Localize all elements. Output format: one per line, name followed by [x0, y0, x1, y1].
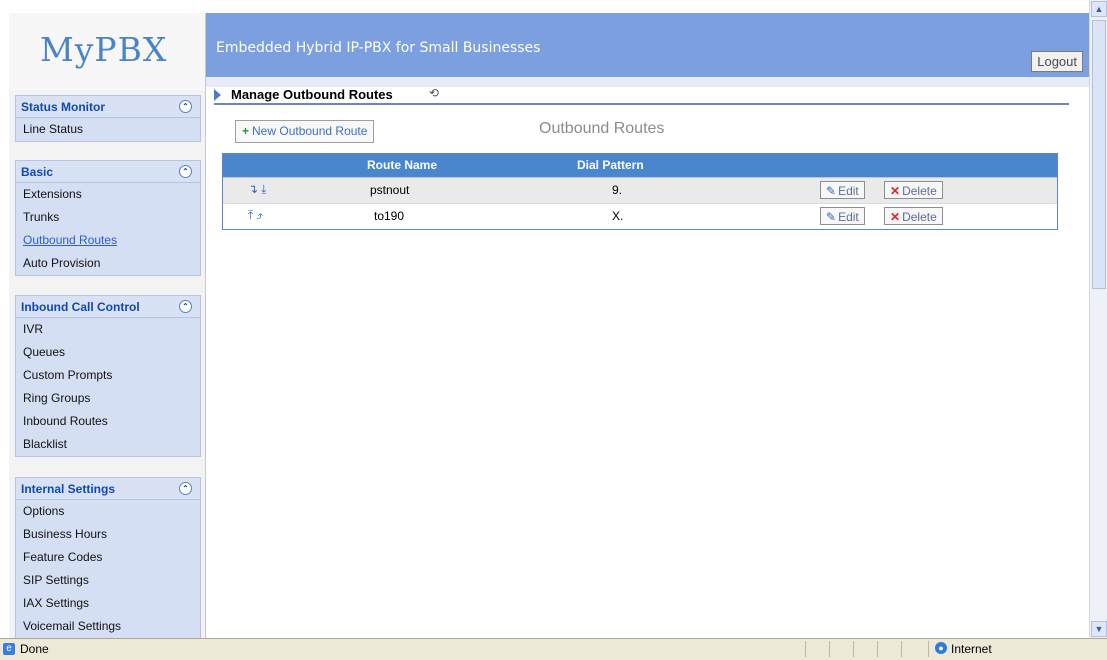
sidebar-item-line-status[interactable]: Line Status [16, 118, 200, 141]
column-header-dial-pattern: Dial Pattern [577, 158, 644, 172]
delete-label: Delete [902, 184, 937, 198]
breadcrumb-arrow-icon [214, 89, 221, 101]
scroll-down-icon[interactable]: ▼ [1091, 621, 1107, 637]
sidebar-items: Extensions Trunks Outbound Routes Auto P… [15, 183, 201, 276]
scrollbar-thumb[interactable] [1092, 20, 1106, 289]
move-arrows[interactable]: ↴⤓ [248, 182, 269, 197]
status-pane-divider [877, 641, 878, 657]
internet-globe-icon: ● [935, 642, 947, 654]
edit-label: Edit [838, 210, 859, 224]
breadcrumb: Manage Outbound Routes ⟲ [214, 86, 1069, 105]
move-arrows[interactable]: ⤒⤴ [248, 208, 266, 223]
sidebar-items: Options Business Hours Feature Codes SIP… [15, 500, 201, 638]
collapse-icon[interactable]: ⌃ [179, 165, 192, 178]
route-name-cell: to190 [374, 209, 405, 223]
edit-icon: ✎ [826, 184, 837, 198]
sidebar-item-extensions[interactable]: Extensions [16, 183, 200, 206]
sidebar-item-outbound-routes[interactable]: Outbound Routes [16, 229, 200, 252]
collapse-icon[interactable]: ⌃ [179, 100, 192, 113]
status-pane-divider [805, 641, 806, 657]
status-bar: e Done ● Internet [0, 638, 1107, 660]
sidebar-section-internal-settings: Internal Settings ⌃ Options Business Hou… [15, 477, 201, 638]
delete-icon: ✕ [890, 210, 901, 224]
table-row: ⤒⤴ to190 X. ✎ Edit ✕ Delete [223, 203, 1057, 229]
dial-pattern-cell: 9. [612, 183, 623, 197]
table-header-row: Route Name Dial Pattern [223, 154, 1057, 177]
status-text: Done [20, 642, 49, 656]
sidebar-section-basic: Basic ⌃ Extensions Trunks Outbound Route… [15, 160, 201, 276]
routes-table: Route Name Dial Pattern ↴⤓ pstnout 9. ✎ E… [222, 153, 1058, 230]
column-header-route-name: Route Name [367, 158, 438, 172]
sidebar-item-feature-codes[interactable]: Feature Codes [16, 546, 200, 569]
sidebar-section-title: Inbound Call Control [21, 300, 140, 314]
sidebar: Status Monitor ⌃ Line Status Basic ⌃ Ext… [9, 90, 206, 638]
move-up-icon[interactable]: ⤴ [256, 208, 266, 222]
edit-label: Edit [838, 184, 859, 198]
sidebar-items: IVR Queues Custom Prompts Ring Groups In… [15, 318, 201, 457]
collapse-icon[interactable]: ⌃ [179, 300, 192, 313]
header: Embedded Hybrid IP-PBX for Small Busines… [206, 13, 1089, 77]
move-down-icon[interactable]: ↴ [248, 182, 261, 196]
dial-pattern-cell: X. [612, 209, 624, 223]
logout-button[interactable]: Logout [1031, 51, 1083, 72]
status-pane-divider [829, 641, 830, 657]
new-outbound-route-button[interactable]: + New Outbound Route [235, 120, 375, 143]
plus-icon: + [242, 124, 250, 138]
top-border [0, 0, 1089, 13]
sidebar-item-iax-settings[interactable]: IAX Settings [16, 592, 200, 615]
logo: MyPBX [40, 30, 168, 69]
status-pane-divider [901, 641, 902, 657]
move-bottom-icon[interactable]: ⤓ [261, 182, 269, 196]
section-title: Outbound Routes [539, 120, 665, 137]
sidebar-item-options[interactable]: Options [16, 500, 200, 523]
sidebar-item-queues[interactable]: Queues [16, 341, 200, 364]
sidebar-items: Line Status [15, 118, 201, 142]
delete-icon: ✕ [890, 184, 901, 198]
sidebar-item-blacklist[interactable]: Blacklist [16, 433, 200, 456]
sidebar-section-header[interactable]: Status Monitor ⌃ [15, 95, 201, 118]
sidebar-section-header[interactable]: Basic ⌃ [15, 160, 201, 183]
delete-button[interactable]: ✕ Delete [884, 207, 943, 225]
scroll-up-icon[interactable]: ▲ [1091, 1, 1107, 17]
vertical-scrollbar[interactable]: ▲ ▼ [1089, 0, 1107, 638]
sidebar-section-title: Basic [21, 165, 54, 179]
sidebar-section-status-monitor: Status Monitor ⌃ Line Status [15, 95, 201, 142]
status-pane-divider [928, 641, 929, 657]
ie-page-icon: e [3, 643, 15, 655]
collapse-icon[interactable]: ⌃ [179, 482, 192, 495]
refresh-icon[interactable]: ⟲ [429, 86, 439, 100]
sidebar-item-voicemail-settings[interactable]: Voicemail Settings [16, 615, 200, 638]
sidebar-item-ring-groups[interactable]: Ring Groups [16, 387, 200, 410]
table-row: ↴⤓ pstnout 9. ✎ Edit ✕ Delete [223, 177, 1057, 203]
header-underlay [206, 77, 1089, 87]
header-title: Embedded Hybrid IP-PBX for Small Busines… [216, 40, 541, 56]
app-window: MyPBX Embedded Hybrid IP-PBX for Small B… [0, 0, 1089, 638]
zone-label: Internet [951, 642, 992, 656]
sidebar-item-ivr[interactable]: IVR [16, 318, 200, 341]
new-outbound-route-label: New Outbound Route [252, 124, 368, 138]
sidebar-item-trunks[interactable]: Trunks [16, 206, 200, 229]
sidebar-item-custom-prompts[interactable]: Custom Prompts [16, 364, 200, 387]
page-title: Manage Outbound Routes [231, 87, 393, 102]
sidebar-item-sip-settings[interactable]: SIP Settings [16, 569, 200, 592]
delete-label: Delete [902, 210, 937, 224]
route-name-cell: pstnout [370, 183, 410, 197]
edit-icon: ✎ [826, 210, 837, 224]
edit-button[interactable]: ✎ Edit [820, 207, 865, 225]
sidebar-item-auto-provision[interactable]: Auto Provision [16, 252, 200, 275]
logo-area: MyPBX [9, 13, 206, 90]
main-content: Manage Outbound Routes ⟲ + New Outbound R… [206, 86, 1089, 638]
status-pane-divider [853, 641, 854, 657]
sidebar-section-inbound-call-control: Inbound Call Control ⌃ IVR Queues Custom… [15, 295, 201, 457]
sidebar-section-header[interactable]: Inbound Call Control ⌃ [15, 295, 201, 318]
delete-button[interactable]: ✕ Delete [884, 181, 943, 199]
sidebar-section-header[interactable]: Internal Settings ⌃ [15, 477, 201, 500]
sidebar-section-title: Internal Settings [21, 482, 116, 496]
sidebar-item-inbound-routes[interactable]: Inbound Routes [16, 410, 200, 433]
edit-button[interactable]: ✎ Edit [820, 181, 865, 199]
sidebar-item-business-hours[interactable]: Business Hours [16, 523, 200, 546]
sidebar-section-title: Status Monitor [21, 100, 105, 114]
